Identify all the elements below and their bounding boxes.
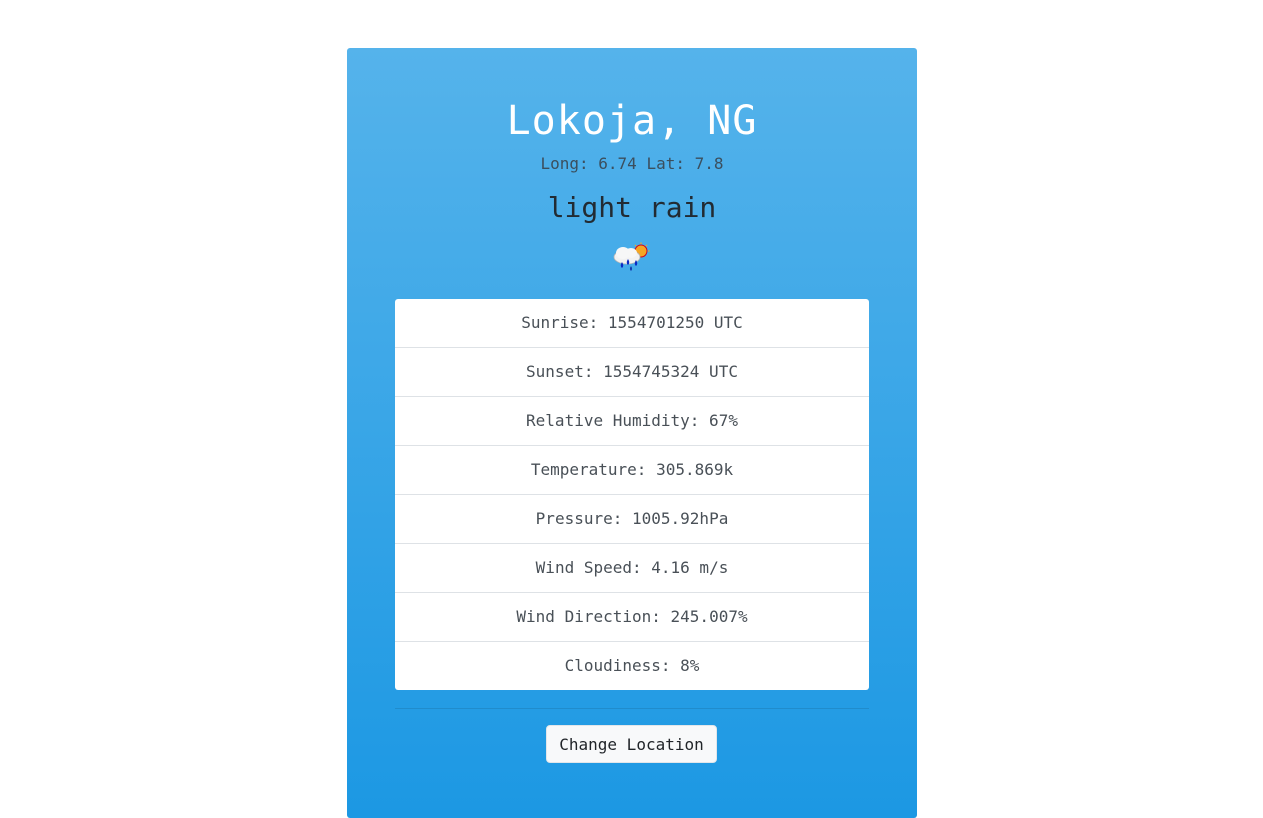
detail-pressure: Pressure: 1005.92hPa bbox=[395, 495, 869, 544]
weather-description: light rain bbox=[547, 191, 717, 224]
coordinates-text: Long: 6.74 Lat: 7.8 bbox=[540, 154, 724, 173]
detail-temperature: Temperature: 305.869k bbox=[395, 446, 869, 495]
detail-sunrise: Sunrise: 1554701250 UTC bbox=[395, 299, 869, 348]
detail-wind-direction: Wind Direction: 245.007% bbox=[395, 593, 869, 642]
change-location-button[interactable]: Change Location bbox=[546, 725, 717, 763]
city-title: Lokoja, NG bbox=[506, 98, 758, 144]
detail-humidity: Relative Humidity: 67% bbox=[395, 397, 869, 446]
weather-card: Lokoja, NG Long: 6.74 Lat: 7.8 light rai… bbox=[347, 48, 917, 818]
detail-cloudiness: Cloudiness: 8% bbox=[564, 656, 700, 675]
weather-details-list: Sunrise: 1554701250 UTC Sunset: 15547453… bbox=[395, 299, 869, 690]
rain-cloud-sun-icon bbox=[613, 242, 650, 271]
detail-sunset: Sunset: 1554745324 UTC bbox=[395, 348, 869, 397]
divider bbox=[395, 708, 869, 709]
detail-wind-speed: Wind Speed: 4.16 m/s bbox=[395, 544, 869, 593]
